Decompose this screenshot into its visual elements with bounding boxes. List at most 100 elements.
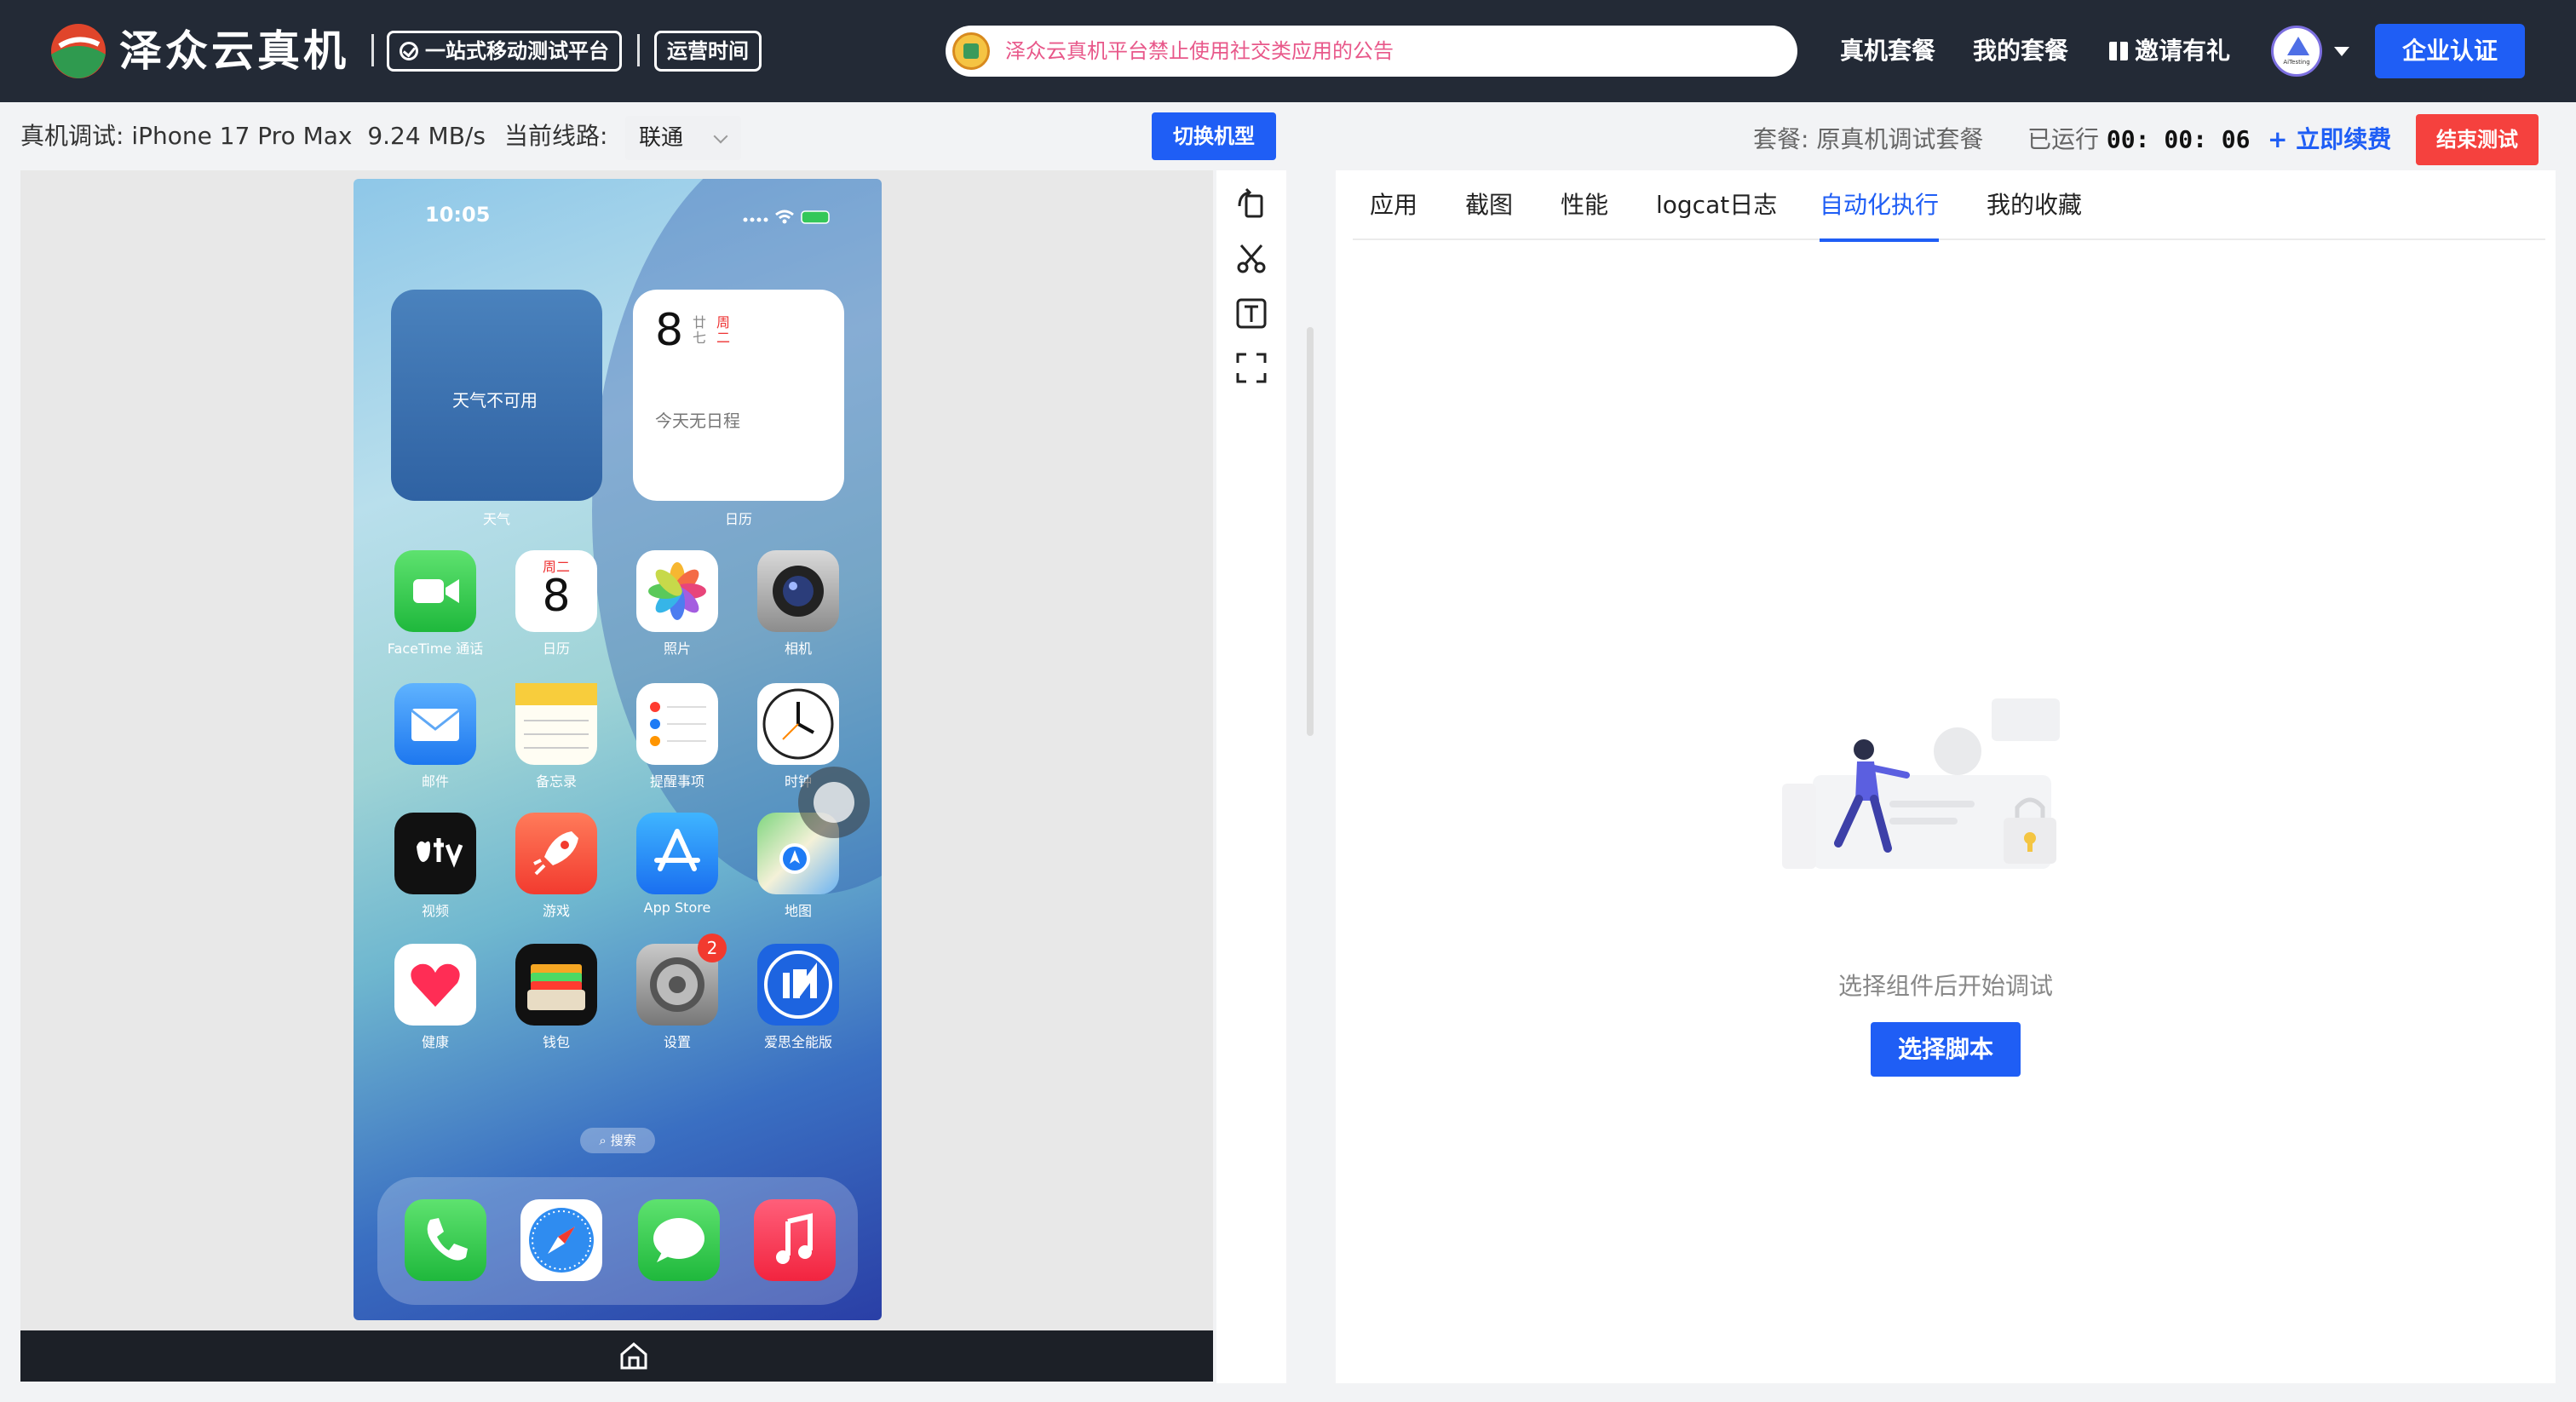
tab-performance[interactable]: 性能: [1561, 170, 1608, 240]
tab-bar: 应用 截图 性能 logcat日志 自动化执行 我的收藏: [1353, 170, 2545, 242]
device-name: iPhone 17 Pro Max: [131, 122, 353, 150]
top-navigation-bar: 泽众云真机 一站式移动测试平台 运营时间 泽众云真机平台禁止使用社交类应用的公告…: [0, 0, 2576, 102]
spotlight-search[interactable]: ⌕ 搜索: [580, 1128, 655, 1153]
messages-icon[interactable]: [638, 1199, 720, 1281]
camera-glyph: [773, 566, 824, 617]
reminders-icon[interactable]: 提醒事项: [636, 683, 718, 790]
chevron-down-icon: [713, 129, 728, 144]
notification-badge: 2: [698, 934, 727, 962]
session-bar: 套餐: 原真机调试套餐 已运行 00: 00: 06 + 立即续费 结束测试: [1336, 102, 2576, 170]
games-icon[interactable]: 游戏: [515, 813, 597, 919]
weather-caption: 天气: [482, 511, 510, 527]
announcement-text[interactable]: 泽众云真机平台禁止使用社交类应用的公告: [1005, 26, 1394, 77]
nav-my-plans[interactable]: 我的套餐: [1973, 0, 2068, 102]
phone-icon[interactable]: [405, 1199, 486, 1281]
tab-automation[interactable]: 自动化执行: [1820, 170, 1940, 242]
notes-icon[interactable]: 备忘录: [515, 683, 597, 790]
mail-icon[interactable]: 邮件: [394, 683, 476, 790]
brand-name[interactable]: 泽众云真机: [119, 20, 349, 82]
tv-icon[interactable]: 视频: [394, 813, 476, 919]
renew-link[interactable]: + 立即续费: [2268, 119, 2391, 160]
phone-glyph: [427, 1218, 468, 1261]
nav-invite[interactable]: 邀请有礼: [2109, 0, 2230, 102]
settings-icon[interactable]: 2 设置: [636, 934, 727, 1050]
select-script-button[interactable]: 选择脚本: [1871, 1022, 2021, 1077]
avatar-logo-icon: [2287, 37, 2309, 55]
debug-label: 真机调试:: [20, 122, 124, 150]
fullscreen-icon[interactable]: [1234, 351, 1268, 385]
tagline-text: 一站式移动测试平台: [425, 39, 609, 63]
line-select[interactable]: 联通: [625, 116, 741, 160]
app-label: 邮件: [421, 773, 449, 790]
nav-invite-label: 邀请有礼: [2135, 37, 2231, 65]
running-time: 已运行 00: 00: 06: [2027, 119, 2251, 160]
tab-screenshot[interactable]: 截图: [1465, 170, 1513, 240]
scissors-icon[interactable]: [1234, 242, 1268, 276]
calendar-icon[interactable]: 周二 8 日历: [515, 550, 597, 657]
end-test-button[interactable]: 结束测试: [2416, 114, 2539, 165]
i4-icon[interactable]: 爱思全能版: [757, 944, 839, 1050]
safari-icon[interactable]: [520, 1199, 602, 1281]
rocket-glyph: [533, 831, 578, 876]
music-icon[interactable]: [754, 1199, 836, 1281]
mail-glyph: [411, 709, 460, 741]
line-label: 当前线路:: [504, 122, 608, 150]
facetime-icon[interactable]: FaceTime 通话: [388, 550, 483, 657]
hours-text: 运营时间: [667, 39, 749, 63]
phone-screen[interactable]: 10:05 天气不可用 天气 8 廿七 周二 今天无日程 日历 FaceTime…: [354, 179, 882, 1320]
hours-badge[interactable]: 运营时间: [654, 31, 762, 72]
wallet-icon[interactable]: 钱包: [515, 944, 597, 1050]
photos-icon[interactable]: 照片: [636, 550, 718, 657]
photos-glyph: [648, 562, 706, 620]
safari-glyph: [529, 1208, 594, 1273]
divider: [637, 34, 640, 66]
tv-glyph: [417, 838, 463, 868]
switch-device-button[interactable]: 切换机型: [1152, 112, 1276, 160]
notes-glyph: [515, 683, 597, 749]
running-time-value: 00: 00: 06: [2106, 125, 2251, 153]
home-icon[interactable]: [617, 1339, 651, 1373]
assistive-touch-button[interactable]: [798, 767, 870, 838]
clock-icon[interactable]: 时钟: [757, 683, 839, 790]
user-avatar[interactable]: AiTesting: [2271, 26, 2322, 77]
text-input-icon[interactable]: [1234, 296, 1268, 330]
rotate-icon[interactable]: [1234, 187, 1268, 221]
clock-glyph: [762, 688, 834, 760]
running-label: 已运行: [2027, 125, 2100, 153]
check-circle-icon: [400, 42, 418, 60]
app-label: 日历: [542, 641, 570, 657]
search-icon: ⌕: [599, 1133, 611, 1148]
app-label: 视频: [421, 903, 449, 919]
network-speed: 9.24 MB/s: [367, 122, 486, 150]
chevron-down-icon[interactable]: [2334, 47, 2349, 56]
enterprise-verify-button[interactable]: 企业认证: [2375, 24, 2525, 78]
wallet-glyph: [527, 964, 585, 1010]
dock: [377, 1177, 858, 1305]
status-time: 10:05: [425, 203, 491, 227]
plan-info: 套餐: 原真机调试套餐: [1753, 119, 1983, 160]
camera-icon[interactable]: 相机: [757, 550, 839, 657]
announcement-bar[interactable]: 泽众云真机平台禁止使用社交类应用的公告: [946, 26, 1797, 77]
scrollbar-thumb[interactable]: [1307, 327, 1314, 736]
tab-logcat[interactable]: logcat日志: [1656, 170, 1777, 240]
weather-widget-text: 天气不可用: [452, 390, 538, 411]
tagline-badge: 一站式移动测试平台: [387, 31, 622, 72]
weather-widget[interactable]: 天气不可用: [391, 290, 602, 501]
calendar-day: 8: [655, 305, 684, 356]
home-bar: [20, 1330, 1213, 1382]
calendar-caption: 日历: [724, 511, 752, 527]
tab-apps[interactable]: 应用: [1370, 170, 1417, 240]
nav-real-device-plans[interactable]: 真机套餐: [1840, 0, 1935, 102]
health-icon[interactable]: 健康: [394, 944, 476, 1050]
empty-state-illustration: [1782, 698, 2060, 869]
app-label: 设置: [663, 1034, 691, 1050]
calendar-weekday: 周二: [716, 314, 731, 346]
zezhong-logo-icon[interactable]: [48, 20, 109, 82]
tab-favorites[interactable]: 我的收藏: [1987, 170, 2082, 240]
appstore-icon[interactable]: App Store: [636, 813, 718, 916]
status-icons: [743, 210, 830, 224]
reminders-glyph: [650, 702, 706, 746]
app-label: 爱思全能版: [763, 1034, 832, 1050]
calendar-widget[interactable]: 8 廿七 周二 今天无日程: [633, 290, 844, 501]
app-label: 提醒事项: [649, 773, 704, 790]
